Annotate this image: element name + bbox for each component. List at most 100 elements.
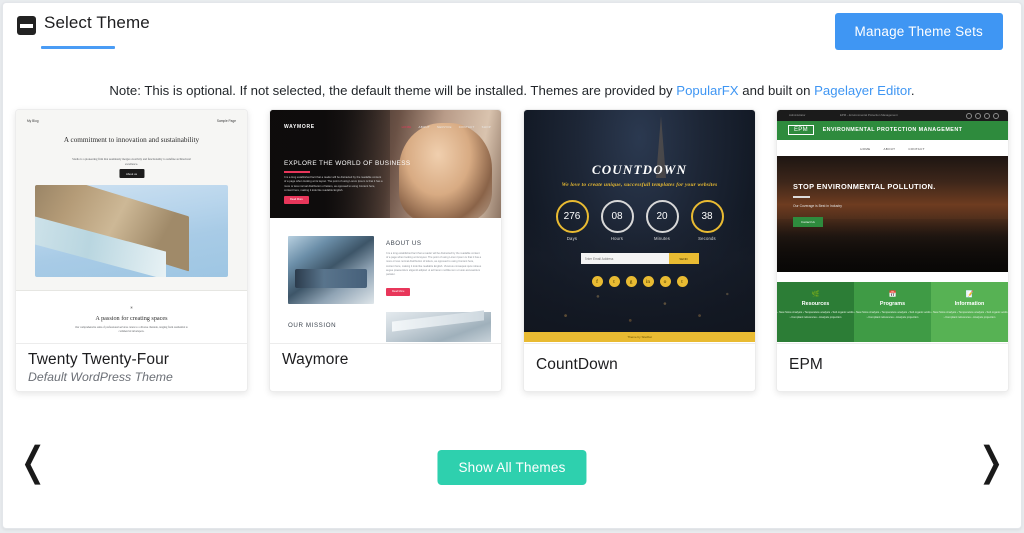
- preview-asterisk-icon: ✳: [129, 305, 134, 310]
- preview-column-links: › New Store Analysis › Temperature analy…: [777, 311, 854, 319]
- preview-nav: HOME ABOUT SERVICE CONTACT SHOP: [402, 125, 491, 129]
- page-title: Select Theme: [44, 13, 150, 32]
- preview-footer: Theme by SiteFlat: [524, 332, 755, 342]
- counter-hours: 08 Hours: [600, 200, 634, 241]
- theme-card-meta: EPM: [777, 343, 1008, 391]
- theme-card-meta: Twenty Twenty-Four Default WordPress The…: [16, 343, 247, 391]
- theme-card[interactable]: COUNTDOWN We love to create unique, succ…: [523, 109, 756, 392]
- preview-paragraph: Studio is a pioneering firm that seamles…: [72, 157, 191, 166]
- theme-card-meta: Waymore: [270, 343, 501, 391]
- note-suffix: .: [910, 83, 915, 98]
- window-controls-icon: [966, 113, 999, 119]
- counter-value: 08: [600, 200, 634, 233]
- preview-hero-heading: STOP ENVIRONMENTAL POLLUTION.: [793, 182, 936, 191]
- popularfx-link[interactable]: PopularFX: [676, 83, 738, 98]
- theme-card[interactable]: Administrator EPM – Environmental Protec…: [776, 109, 1009, 392]
- calendar-icon: 📅: [888, 291, 897, 298]
- note-text: Note: This is optional. If not selected,…: [3, 83, 1021, 98]
- preview-mission-heading: OUR MISSION: [288, 322, 337, 329]
- manage-theme-sets-button[interactable]: Manage Theme Sets: [834, 13, 1003, 50]
- preview-column-heading: Programs: [879, 301, 906, 307]
- preview-column-heading: Information: [954, 301, 985, 307]
- preview-nav: HOME ABOUT CONTACT: [789, 142, 996, 156]
- facebook-icon: f: [591, 276, 603, 287]
- preview-nav-item: HOME: [401, 125, 412, 129]
- theme-preview: Administrator EPM – Environmental Protec…: [777, 110, 1008, 342]
- theme-subtitle: Default WordPress Theme: [28, 370, 173, 384]
- preview-column-heading: Resources: [801, 301, 830, 307]
- theme-card[interactable]: My Blog Sample Page A commitment to inno…: [15, 109, 248, 392]
- preview-about-paragraph: It is a long established fact that a rea…: [386, 252, 482, 277]
- preview-column-resources: 🌿 Resources › New Store Analysis › Tempe…: [777, 282, 854, 342]
- preview-column-information: 📝 Information › New Store Analysis › Tem…: [931, 282, 1008, 342]
- preview-nav-left: My Blog: [27, 119, 39, 123]
- theme-preview: COUNTDOWN We love to create unique, succ…: [524, 110, 755, 342]
- leaf-icon: 🌿: [811, 291, 820, 298]
- preview-hero-subtitle: Our Coverage is Best in Industry: [793, 204, 842, 208]
- counter-value: 38: [690, 200, 724, 233]
- preview-counters: 276 Days 08 Hours 20 Minutes 38 Seconds: [524, 200, 755, 241]
- preview-hero-paragraph: It is a long established fact that a rea…: [284, 176, 383, 193]
- collapse-icon[interactable]: [17, 16, 36, 35]
- preview-browser-url: EPM – Environmental Protection Managemen…: [840, 113, 898, 118]
- preview-hero-rule: [793, 196, 810, 199]
- preview-button: About us: [118, 169, 145, 178]
- preview-nav-item: SERVICE: [436, 125, 452, 129]
- preview-about-heading: ABOUT US: [386, 240, 422, 247]
- select-theme-panel: Select Theme Manage Theme Sets Note: Thi…: [2, 2, 1022, 529]
- counter-days: 276 Days: [555, 200, 589, 241]
- preview-send-button: SEND: [668, 253, 699, 264]
- preview-column-programs: 📅 Programs › New Store Analysis › Temper…: [854, 282, 931, 342]
- preview-browser-chrome: Administrator EPM – Environmental Protec…: [777, 110, 1008, 121]
- note-prefix: Note: This is optional. If not selected,…: [109, 83, 677, 98]
- preview-browser-tab: Administrator: [789, 113, 806, 118]
- theme-name: Twenty Twenty-Four: [28, 351, 170, 368]
- theme-name: EPM: [789, 356, 823, 373]
- preview-column-links: › New Store Analysis › Temperature analy…: [854, 311, 931, 319]
- preview-hero-image: [35, 185, 228, 277]
- preview-nav-item: SHOP: [481, 125, 491, 129]
- counter-label: Seconds: [698, 236, 716, 241]
- pagelayer-editor-link[interactable]: Pagelayer Editor: [814, 83, 911, 98]
- counter-minutes: 20 Minutes: [645, 200, 679, 241]
- note-middle: and built on: [738, 83, 815, 98]
- preview-mission-image: [386, 312, 491, 342]
- counter-label: Hours: [610, 236, 624, 241]
- twitter-icon: t: [608, 276, 620, 287]
- preview-hero-button: Read More: [284, 196, 309, 204]
- preview-nav-item: ABOUT: [883, 147, 896, 151]
- counter-label: Days: [566, 236, 578, 241]
- counter-value: 276: [555, 200, 589, 233]
- counter-seconds: 38 Seconds: [690, 200, 724, 241]
- previous-themes-arrow[interactable]: ❬: [11, 435, 55, 487]
- edit-icon: 📝: [965, 291, 974, 298]
- google-icon: g: [625, 276, 637, 287]
- preview-column-links: › New Store Analysis › Temperature analy…: [931, 311, 1008, 319]
- panel-header: Select Theme Manage Theme Sets: [3, 3, 1021, 61]
- theme-preview: My Blog Sample Page A commitment to inno…: [16, 110, 247, 342]
- preview-nav-item: HOME: [860, 147, 871, 151]
- show-all-themes-button[interactable]: Show All Themes: [437, 450, 587, 485]
- tumblr-icon: t: [676, 276, 688, 287]
- preview-heading-2: A passion for creating spaces: [95, 315, 168, 322]
- preview-about-image: [288, 236, 374, 304]
- preview-columns: 🌿 Resources › New Store Analysis › Tempe…: [777, 282, 1008, 342]
- counter-label: Minutes: [653, 236, 671, 241]
- theme-card[interactable]: WAYMORE HOME ABOUT SERVICE CONTACT SHOP …: [269, 109, 502, 392]
- preview-paragraph-2: Our comprehensive suite of professional …: [75, 326, 188, 334]
- preview-subscribe-form: SEND: [580, 253, 699, 264]
- preview-nav-item: ABOUT: [418, 125, 430, 129]
- instagram-icon: o: [659, 276, 671, 287]
- theme-name: Waymore: [282, 351, 349, 368]
- preview-bar-title: ENVIRONMENTAL PROTECTION MANAGEMENT: [822, 127, 963, 133]
- theme-card-meta: CountDown: [524, 343, 755, 391]
- preview-email-input: [580, 253, 669, 264]
- preview-social-icons: f t g in o t: [524, 276, 755, 287]
- preview-title: COUNTDOWN: [591, 162, 688, 177]
- title-underline: [41, 46, 115, 49]
- next-themes-arrow[interactable]: ❭: [969, 435, 1013, 487]
- preview-nav-item: CONTACT: [908, 147, 925, 151]
- preview-nav-item: CONTACT: [458, 125, 475, 129]
- linkedin-icon: in: [642, 276, 654, 287]
- preview-about-button: Read More: [386, 288, 411, 296]
